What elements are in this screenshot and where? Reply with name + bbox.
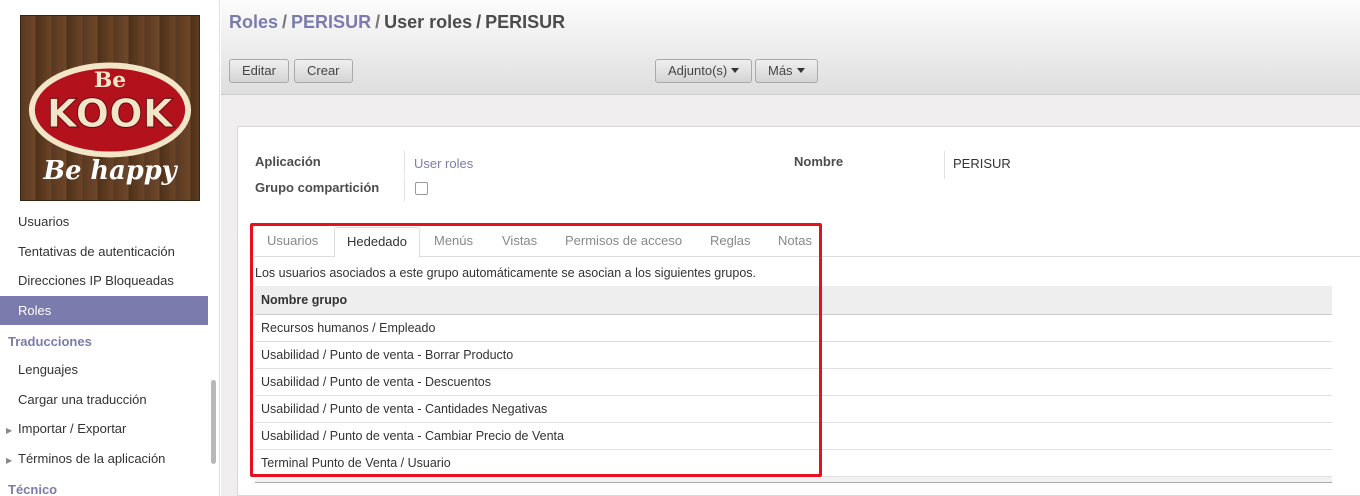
application-label: Aplicación	[255, 154, 321, 169]
more-label: Más	[768, 63, 793, 78]
breadcrumb: Roles / PERISUR / User roles / PERISUR	[229, 12, 565, 33]
field-separator	[944, 151, 945, 179]
table-row[interactable]: Usabilidad / Punto de venta - Descuentos	[255, 369, 1332, 396]
table-row[interactable]: Usabilidad / Punto de venta - Borrar Pro…	[255, 342, 1332, 369]
name-label: Nombre	[794, 154, 844, 169]
breadcrumb-separator: /	[282, 12, 288, 32]
breadcrumb-perisur[interactable]: PERISUR	[291, 12, 371, 32]
share-group-label: Grupo compartición	[255, 180, 380, 195]
form-sheet: Aplicación User roles Grupo compartición…	[237, 126, 1360, 496]
breadcrumb-roles[interactable]: Roles	[229, 12, 278, 32]
name-value[interactable]: PERISUR	[953, 156, 1011, 171]
tab-vistas[interactable]: Vistas	[502, 227, 537, 257]
logo-line2: KOOK	[47, 91, 175, 137]
sidebar-menu: Usuarios Tentativas de autenticación Dir…	[0, 207, 208, 496]
sidebar-item-label: Términos de la aplicación	[18, 450, 166, 466]
share-group-checkbox[interactable]	[415, 182, 428, 195]
breadcrumb-separator: /	[476, 12, 482, 32]
inherited-help-text: Los usuarios asociados a este grupo auto…	[255, 266, 756, 280]
field-separator	[404, 151, 405, 175]
table-row[interactable]: Usabilidad / Punto de venta - Cantidades…	[255, 396, 1332, 423]
logo-line1: Be	[94, 68, 126, 93]
main-content: Roles / PERISUR / User roles / PERISUR Editar …	[221, 0, 1360, 496]
sidebar-scrollbar[interactable]	[211, 380, 216, 464]
breadcrumb-current: PERISUR	[485, 12, 566, 32]
logo-tagline: Be happy	[42, 156, 178, 186]
table-footer	[255, 477, 1332, 483]
sidebar-item-tentativas[interactable]: Tentativas de autenticación	[0, 237, 208, 267]
inherited-groups-table: Nombre grupo Recursos humanos / Empleado…	[255, 286, 1332, 483]
company-logo[interactable]: Be KOOK Be happy	[20, 15, 200, 201]
sidebar-item-roles[interactable]: Roles	[0, 295, 208, 325]
tab-usuarios[interactable]: Usuarios	[267, 227, 318, 257]
application-value-link[interactable]: User roles	[414, 156, 473, 171]
breadcrumb-user-roles: User roles	[384, 12, 473, 32]
more-dropdown-button[interactable]: Más	[755, 59, 818, 83]
sidebar-section-traducciones[interactable]: Traducciones	[0, 325, 208, 355]
tab-permisos-acceso[interactable]: Permisos de acceso	[565, 227, 682, 257]
table-row[interactable]: Terminal Punto de Venta / Usuario	[255, 450, 1332, 477]
breadcrumb-separator: /	[375, 12, 381, 32]
tab-hededado[interactable]: Hededado	[334, 227, 420, 258]
sidebar-item-ip-bloqueadas[interactable]: Direcciones IP Bloqueadas	[0, 266, 208, 296]
sidebar: Be KOOK Be happy Usuarios Tentativas de …	[0, 0, 220, 496]
table-row[interactable]: Recursos humanos / Empleado	[255, 315, 1332, 342]
attachments-label: Adjunto(s)	[668, 63, 728, 78]
column-header-nombre-grupo[interactable]: Nombre grupo	[255, 286, 1332, 315]
attachments-dropdown-button[interactable]: Adjunto(s)	[655, 59, 753, 83]
notebook-tabs: Usuarios Hededado Menús Vistas Permisos …	[254, 227, 1360, 258]
sidebar-item-usuarios[interactable]: Usuarios	[0, 207, 208, 237]
table-row[interactable]: Usabilidad / Punto de venta - Cambiar Pr…	[255, 423, 1332, 450]
sidebar-item-terminos[interactable]: ▶ Términos de la aplicación	[0, 444, 208, 474]
field-separator	[404, 177, 405, 201]
bekook-logo-icon: Be KOOK Be happy	[28, 62, 192, 186]
create-button[interactable]: Crear	[294, 59, 353, 83]
tab-menus[interactable]: Menús	[434, 227, 473, 257]
control-panel: Roles / PERISUR / User roles / PERISUR Editar …	[221, 0, 1360, 95]
tab-notas[interactable]: Notas	[778, 227, 812, 257]
sidebar-item-lenguajes[interactable]: Lenguajes	[0, 355, 208, 385]
sidebar-item-label: Importar / Exportar	[18, 421, 127, 436]
sidebar-item-cargar-traduccion[interactable]: Cargar una traducción	[0, 385, 208, 415]
caret-down-icon	[731, 68, 740, 73]
edit-button[interactable]: Editar	[229, 59, 289, 83]
tab-reglas[interactable]: Reglas	[710, 227, 750, 257]
caret-down-icon	[796, 68, 805, 73]
caret-right-icon: ▶	[6, 426, 13, 435]
caret-right-icon: ▶	[6, 455, 13, 465]
sidebar-item-importar-exportar[interactable]: ▶ Importar / Exportar	[0, 414, 208, 444]
sidebar-section-tecnico[interactable]: Técnico	[0, 473, 208, 496]
